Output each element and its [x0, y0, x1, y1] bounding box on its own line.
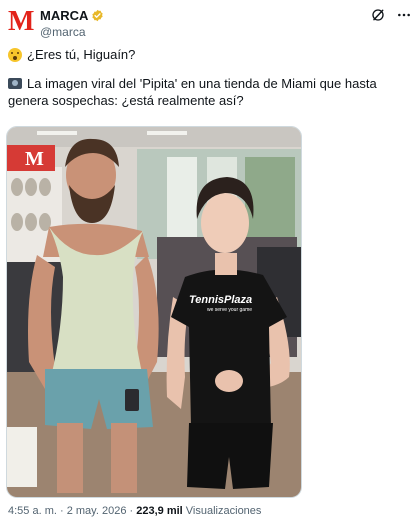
meta-separator: · — [59, 505, 64, 517]
tweet-line-2-text: La imagen viral del 'Pipita' en una tien… — [8, 76, 377, 108]
author-handle[interactable]: @marca — [40, 25, 86, 39]
shirt-brand-text: TennisPlaza — [189, 294, 252, 306]
store-logo: M — [25, 148, 44, 170]
tweet-photo[interactable]: M TennisPlaza we serve your game — [6, 126, 302, 498]
author-name-line: MARCA — [40, 8, 104, 23]
views-count: 223,9 mil — [136, 505, 183, 517]
tweet-meta: 4:55 a. m. · 2 may. 2026 · 223,9 mil Vis… — [8, 505, 261, 517]
tweet-line-1-text: ¿Eres tú, Higuaín? — [27, 47, 136, 62]
tweet-time[interactable]: 4:55 a. m. — [8, 505, 57, 517]
tweet-text: ¿Eres tú, Higuaín? La imagen viral del '… — [8, 46, 412, 109]
tweet-header: M MARCA @marca — [8, 7, 412, 41]
author-name[interactable]: MARCA — [40, 8, 88, 23]
tweet-line-2: La imagen viral del 'Pipita' en una tien… — [8, 75, 412, 109]
tweet-line-1: ¿Eres tú, Higuaín? — [8, 46, 412, 63]
marca-logo-avatar[interactable]: M — [8, 8, 34, 36]
verified-badge-icon — [92, 9, 104, 22]
views-label: Visualizaciones — [185, 505, 262, 517]
grok-icon[interactable] — [370, 7, 386, 23]
tweet-date[interactable]: 2 may. 2026 — [67, 505, 127, 517]
meta-separator: · — [129, 505, 134, 517]
header-actions — [370, 7, 412, 23]
more-options-icon[interactable] — [396, 7, 412, 23]
photo-illustration: M TennisPlaza we serve your game — [7, 127, 301, 497]
astonished-face-emoji-icon — [8, 47, 22, 62]
shirt-tagline-text: we serve your game — [207, 307, 252, 313]
camera-emoji-icon — [8, 78, 22, 89]
